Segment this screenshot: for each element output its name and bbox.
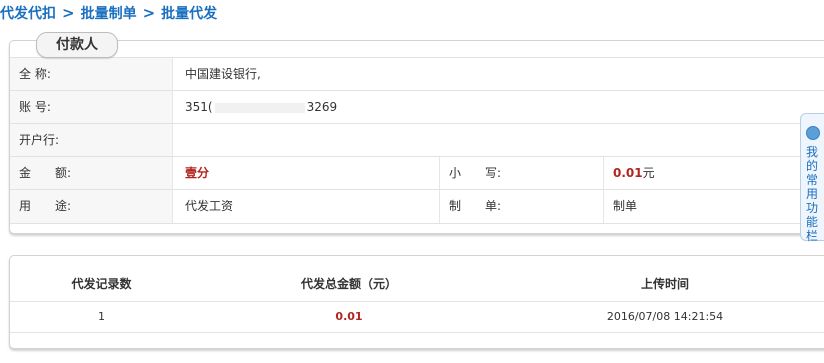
account-suffix: 3269 (306, 100, 338, 114)
breadcrumb-separator: > (62, 4, 75, 22)
payer-panel: 全 称: 中国建设银行, 账 号: 351( 3269 开户行: 金 额: 壹分 … (9, 40, 824, 234)
header-total-amount: 代发总金额（元） (300, 277, 397, 291)
purpose-label: 用 途: (10, 190, 173, 223)
payer-row-name: 全 称: 中国建设银行, (10, 57, 824, 91)
payer-row-amount: 金 额: 壹分 小 写: 0.01元 (10, 156, 824, 190)
payer-name-value: 中国建设银行, (185, 67, 261, 81)
maker-value: 制单 (613, 199, 638, 213)
favorite-functions-tab[interactable]: 我的常用功能栏 (800, 113, 824, 243)
account-prefix: 351( (185, 100, 213, 114)
payer-account-value: 351( 3269 (174, 91, 824, 124)
table-row: 1 0.01 2016/07/08 14:21:54 (10, 301, 824, 333)
payer-row-account: 账 号: 351( 3269 (10, 90, 824, 124)
favorite-functions-label: 我的常用功能栏 (805, 145, 818, 243)
breadcrumb-separator: > (142, 4, 156, 22)
total-amount-value: 0.01 (335, 310, 363, 323)
payer-bank-value (174, 124, 824, 157)
payer-section-title: 付款人 (36, 32, 118, 58)
account-redaction (214, 102, 305, 113)
breadcrumb: 代发代扣 > 批量制单 > 批量代发 (0, 3, 217, 23)
summary-table-header: 代发记录数 代发总金额（元） 上传时间 (10, 268, 824, 301)
maker-label: 制 单: (439, 190, 604, 223)
breadcrumb-item-piliang-daifa[interactable]: 批量代发 (161, 3, 217, 23)
header-record-count: 代发记录数 (71, 277, 132, 291)
breadcrumb-item-piliang-zhidan[interactable]: 批量制单 (81, 3, 137, 23)
breadcrumb-item-daifa-daikou[interactable]: 代发代扣 (0, 3, 56, 23)
payer-name-label: 全 称: (10, 58, 173, 91)
payer-bank-label: 开户行: (10, 124, 173, 157)
purpose-value: 代发工资 (185, 199, 234, 213)
amount-label: 金 额: (10, 157, 173, 190)
amount-small-value: 0.01 (613, 166, 643, 180)
record-count-value: 1 (98, 310, 105, 323)
amount-small-value-cell: 0.01元 (604, 157, 824, 190)
payer-row-bank: 开户行: (10, 123, 824, 157)
amount-upper-value: 壹分 (185, 166, 210, 180)
payer-account-label: 账 号: (10, 91, 173, 124)
circle-icon (806, 126, 820, 140)
header-upload-time: 上传时间 (640, 277, 689, 291)
amount-small-label: 小 写: (439, 157, 604, 190)
summary-panel: 代发记录数 代发总金额（元） 上传时间 1 0.01 2016/07/08 14… (9, 255, 824, 349)
payer-row-purpose: 用 途: 代发工资 制 单: 制单 (10, 189, 824, 224)
upload-time-value: 2016/07/08 14:21:54 (606, 310, 724, 323)
amount-small-unit: 元 (642, 166, 655, 180)
